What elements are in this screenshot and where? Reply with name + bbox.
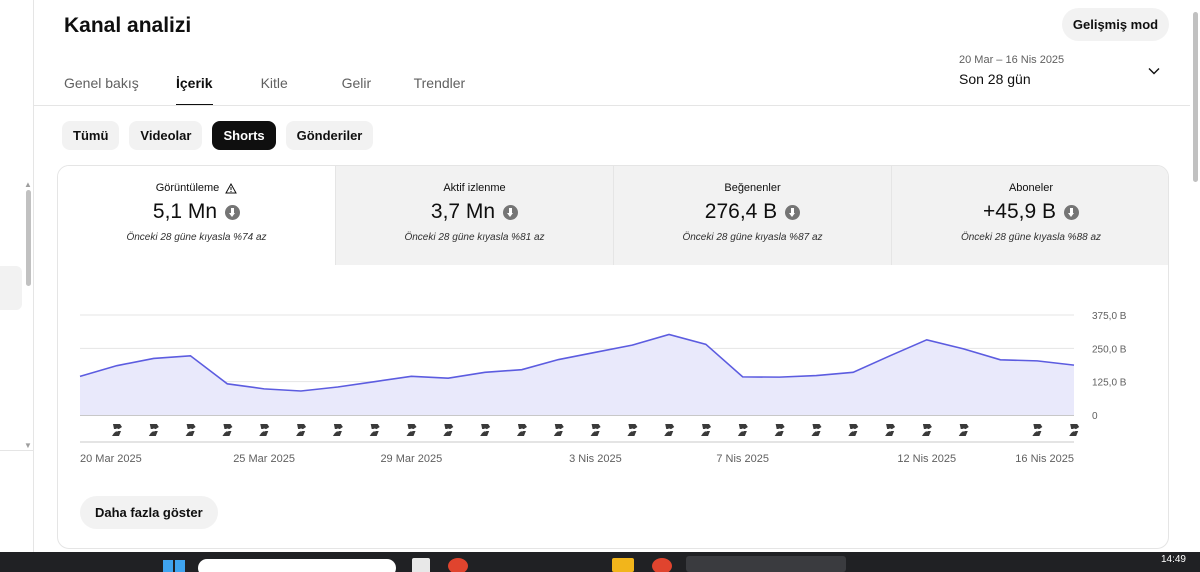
- tab-bar: Genel bakış İçerik Kitle Gelir Trendler: [64, 60, 465, 106]
- shorts-icon[interactable]: [958, 424, 969, 436]
- y-tick-label: 250,0 B: [1092, 344, 1127, 355]
- shorts-icon[interactable]: [627, 424, 638, 436]
- metric-title: Aboneler: [1008, 182, 1054, 194]
- shorts-icon[interactable]: [664, 424, 675, 436]
- arrow-down-circle-icon: [225, 204, 241, 220]
- shorts-icon[interactable]: [885, 424, 896, 436]
- app-window: ▲ ▼ Kanal analizi Gelişmiş mod Genel bak…: [0, 0, 1200, 572]
- windows-start-icon[interactable]: [163, 558, 185, 572]
- page-scrollbar-thumb[interactable]: [1193, 12, 1198, 182]
- arrow-down-circle-icon: [503, 204, 519, 220]
- metric-title: Beğenenler: [724, 182, 781, 194]
- date-range-label: Son 28 gün: [959, 71, 1031, 87]
- shorts-icon[interactable]: [516, 424, 527, 436]
- arrow-down-circle-icon: [1063, 204, 1079, 220]
- sidebar-selected-item[interactable]: [0, 266, 22, 310]
- filter-videos-chip[interactable]: Videolar: [129, 121, 203, 150]
- shorts-icon[interactable]: [590, 424, 601, 436]
- taskbar-folder-icon[interactable]: [612, 558, 634, 572]
- x-tick-label: 7 Nis 2025: [716, 453, 769, 465]
- tab-overview[interactable]: Genel bakış: [64, 60, 176, 106]
- show-more-button[interactable]: Daha fazla göster: [80, 496, 218, 529]
- shorts-icon[interactable]: [406, 424, 417, 436]
- metric-watch-time[interactable]: Aktif izlenme 3,7 Mn Önceki 28 güne kıya…: [336, 166, 614, 265]
- sidebar-scrollbar-thumb[interactable]: [26, 190, 31, 286]
- page-title: Kanal analizi: [64, 14, 192, 37]
- metric-tabs: Görüntüleme 5,1 Mn Önceki 28 güne kıyasl…: [58, 166, 1168, 265]
- content-type-filters: Tümü Videolar Shorts Gönderiler: [62, 121, 374, 150]
- metric-value: 5,1 Mn: [152, 200, 218, 223]
- taskbar-app-icon[interactable]: [412, 558, 430, 572]
- shorts-icon[interactable]: [701, 424, 712, 436]
- shorts-icon[interactable]: [369, 424, 380, 436]
- x-tick-label: 20 Mar 2025: [80, 453, 142, 465]
- y-tick-label: 375,0 B: [1092, 311, 1127, 322]
- shorts-icon[interactable]: [112, 424, 122, 436]
- shorts-icon[interactable]: [848, 424, 859, 436]
- shorts-icon[interactable]: [921, 424, 932, 436]
- x-tick-label: 25 Mar 2025: [233, 453, 295, 465]
- tab-audience[interactable]: Kitle: [261, 60, 342, 106]
- shorts-icon[interactable]: [443, 424, 454, 436]
- shorts-icon[interactable]: [148, 424, 159, 436]
- analytics-card: Görüntüleme 5,1 Mn Önceki 28 güne kıyasl…: [57, 165, 1169, 549]
- y-tick-label: 0: [1092, 411, 1098, 422]
- date-range-text: 20 Mar – 16 Nis 2025: [959, 54, 1065, 66]
- x-tick-label: 12 Nis 2025: [897, 453, 956, 465]
- header-divider: [34, 105, 1190, 106]
- metric-value: +45,9 B: [983, 200, 1056, 223]
- shorts-icon[interactable]: [185, 424, 196, 436]
- shorts-icon[interactable]: [332, 424, 343, 436]
- metric-comparison: Önceki 28 güne kıyasla %88 az: [960, 232, 1102, 243]
- views-chart[interactable]: 0 125,0 B 250,0 B 375,0 B 20 Mar 2025 25 Mar …: [58, 265, 1169, 485]
- y-tick-label: 125,0 B: [1092, 378, 1127, 389]
- arrow-down-circle-icon: [785, 204, 801, 220]
- series-area: [80, 334, 1074, 415]
- metric-title: Aktif izlenme: [443, 182, 506, 194]
- metric-comparison: Önceki 28 güne kıyasla %81 az: [404, 232, 545, 243]
- metric-value: 276,4 B: [704, 200, 778, 223]
- shorts-icon[interactable]: [1069, 424, 1080, 436]
- shorts-icon[interactable]: [296, 424, 307, 436]
- metric-comparison: Önceki 28 güne kıyasla %87 az: [682, 232, 823, 243]
- metric-views[interactable]: Görüntüleme 5,1 Mn Önceki 28 güne kıyasl…: [58, 166, 336, 265]
- filter-all-chip[interactable]: Tümü: [62, 121, 120, 150]
- metric-value: 3,7 Mn: [430, 200, 496, 223]
- chevron-down-icon: [1148, 68, 1160, 75]
- warning-icon[interactable]: [225, 182, 238, 194]
- shorts-icon[interactable]: [259, 424, 270, 436]
- metric-title: Görüntüleme: [155, 182, 220, 194]
- shorts-icon[interactable]: [737, 424, 748, 436]
- shorts-icon[interactable]: [553, 424, 564, 436]
- tab-trends[interactable]: Trendler: [414, 60, 466, 106]
- date-range-picker[interactable]: 20 Mar – 16 Nis 2025 Son 28 gün: [959, 54, 1169, 94]
- shorts-icon[interactable]: [480, 424, 491, 436]
- x-tick-label: 16 Nis 2025: [1015, 453, 1074, 465]
- chart-area: 0 125,0 B 250,0 B 375,0 B 20 Mar 2025 25 Mar …: [58, 265, 1169, 548]
- shorts-icon[interactable]: [222, 424, 233, 436]
- sidebar-divider: [0, 450, 34, 451]
- metric-subscribers[interactable]: Aboneler +45,9 B Önceki 28 güne kıyasla …: [892, 166, 1168, 265]
- page-scrollbar[interactable]: [1190, 0, 1200, 552]
- advanced-mode-button[interactable]: Gelişmiş mod: [1062, 8, 1169, 41]
- os-taskbar: 14:49: [0, 552, 1200, 572]
- taskbar-browser-icon[interactable]: [448, 558, 468, 572]
- shorts-icon[interactable]: [774, 424, 785, 436]
- taskbar-browser-icon-2[interactable]: [652, 558, 672, 572]
- shorts-icon[interactable]: [811, 424, 822, 436]
- shorts-icon[interactable]: [1032, 424, 1043, 436]
- x-tick-label: 3 Nis 2025: [569, 453, 622, 465]
- tab-revenue[interactable]: Gelir: [342, 60, 414, 106]
- sidebar-scroll-up-icon[interactable]: ▲: [24, 180, 32, 189]
- filter-posts-chip[interactable]: Gönderiler: [285, 121, 374, 150]
- metric-likes[interactable]: Beğenenler 276,4 B Önceki 28 güne kıyasl…: [614, 166, 892, 265]
- tab-content[interactable]: İçerik: [176, 60, 213, 106]
- sidebar-scroll-down-icon[interactable]: ▼: [24, 441, 32, 450]
- filter-shorts-chip[interactable]: Shorts: [212, 121, 276, 150]
- taskbar-search-box[interactable]: [198, 559, 396, 572]
- taskbar-active-window[interactable]: [686, 556, 846, 572]
- metric-comparison: Önceki 28 güne kıyasla %74 az: [126, 232, 267, 243]
- x-tick-label: 29 Mar 2025: [380, 453, 442, 465]
- taskbar-clock: 14:49: [1160, 554, 1186, 565]
